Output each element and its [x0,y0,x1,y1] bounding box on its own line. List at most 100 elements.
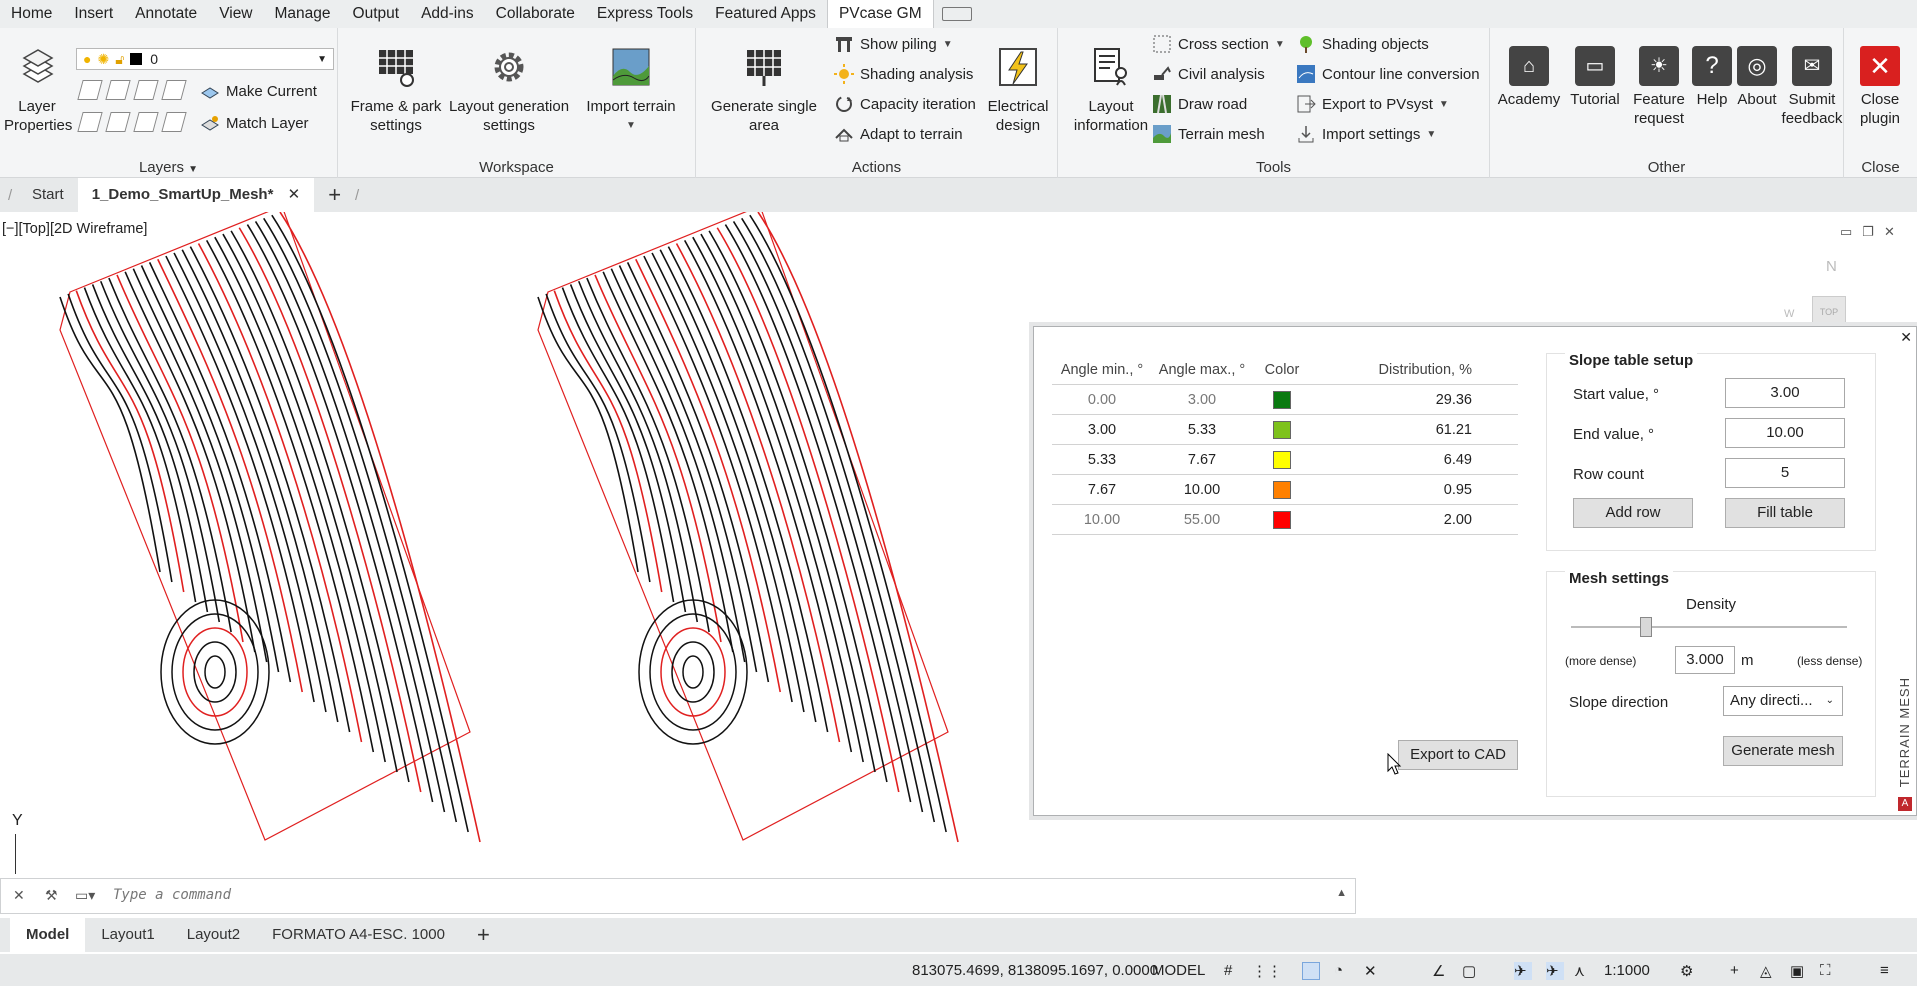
tutorial-button[interactable]: ▭ Tutorial [1564,46,1626,109]
close-command-icon[interactable]: ✕ [13,887,25,904]
add-row-button[interactable]: Add row [1573,498,1693,528]
angle-max-cell[interactable]: 3.00 [1152,392,1252,408]
cross-section-button[interactable]: Cross section ▼ [1152,33,1285,55]
coordinate-readout[interactable]: 813075.4699, 8138095.1697, 0.0000 [912,962,1158,979]
annotation-icon[interactable]: ✈ [1514,962,1532,980]
generate-single-area-button[interactable]: Generate single area [700,46,828,135]
close-panel-icon[interactable]: ✕ [1900,329,1912,346]
gear-icon[interactable]: ⚙ [1680,962,1698,980]
color-cell[interactable] [1252,390,1312,409]
tab-layout2[interactable]: Layout2 [171,918,256,952]
density-input[interactable]: 3.000 [1675,646,1735,674]
tab-start[interactable]: Start [18,178,78,212]
terrain-mesh-button[interactable]: Terrain mesh [1152,123,1265,145]
fill-table-button[interactable]: Fill table [1725,498,1845,528]
model-space-toggle[interactable]: MODEL [1152,962,1205,979]
snap-icon[interactable]: ⋮⋮ [1252,962,1282,980]
header-distribution[interactable]: Distribution, % [1312,362,1472,378]
adapt-to-terrain-button[interactable]: Adapt to terrain [834,123,963,145]
clean-screen-icon[interactable]: ⛶ [1820,962,1838,980]
menu-item-view[interactable]: View [208,0,263,28]
color-swatch[interactable] [1273,420,1291,439]
table-row[interactable]: 7.67 10.00 0.95 [1052,475,1518,505]
color-cell[interactable] [1252,420,1312,439]
menu-item-output[interactable]: Output [342,0,411,28]
layer-tool-icon[interactable] [161,80,187,100]
lineweight-icon[interactable]: ∠ [1432,962,1450,980]
shading-analysis-button[interactable]: Shading analysis [834,63,973,85]
header-angle-min[interactable]: Angle min., ° [1052,362,1152,378]
academy-button[interactable]: ⌂ Academy [1494,46,1564,109]
ortho-icon[interactable] [1302,962,1320,980]
command-history-icon[interactable]: ▭▾ [75,887,95,904]
draw-road-button[interactable]: Draw road [1152,93,1247,115]
menu-item-home[interactable]: Home [0,0,63,28]
layout-information-button[interactable]: Layout information [1062,46,1160,135]
menu-item-manage[interactable]: Manage [264,0,342,28]
about-button[interactable]: ◎ About [1734,46,1780,109]
menu-icon[interactable]: ≡ [1880,962,1898,980]
command-input[interactable]: Type a command [113,887,231,903]
color-swatch[interactable] [1273,510,1291,529]
color-swatch[interactable] [1273,390,1291,409]
angle-max-cell[interactable]: 7.67 [1152,452,1252,468]
restore-icon[interactable]: ❐ [1862,224,1874,240]
menu-item-featured-apps[interactable]: Featured Apps [704,0,827,28]
selection-icon[interactable]: ▢ [1462,962,1480,980]
angle-min-cell[interactable]: 5.33 [1052,452,1152,468]
color-cell[interactable] [1252,450,1312,469]
menu-item-pvcase-gm[interactable]: PVcase GM [826,0,934,28]
wrench-icon[interactable]: ⚒ [45,887,58,904]
frame-park-settings-button[interactable]: Frame & park settings [342,46,450,135]
shading-objects-button[interactable]: Shading objects [1296,33,1429,55]
row-count-input[interactable]: 5 [1725,458,1845,488]
angle-min-cell[interactable]: 3.00 [1052,422,1152,438]
density-slider[interactable] [1571,626,1847,628]
grid-icon[interactable]: # [1224,962,1242,980]
annotation-scale-icon[interactable]: ✈ [1546,962,1564,980]
color-swatch[interactable] [1273,480,1291,499]
menu-item-add-ins[interactable]: Add-ins [410,0,485,28]
import-settings-button[interactable]: Import settings ▼ [1296,123,1436,145]
plus-icon[interactable]: + [1730,962,1748,980]
feature-request-button[interactable]: ☀ Feature request [1626,46,1692,128]
annotation-scale[interactable]: 1:1000 [1604,962,1650,979]
tab-model[interactable]: Model [10,918,86,952]
angle-max-cell[interactable]: 10.00 [1152,482,1252,498]
tab-formato[interactable]: FORMATO A4-ESC. 1000 [256,918,461,952]
close-tab-icon[interactable]: ✕ [288,186,301,203]
show-piling-button[interactable]: Show piling ▼ [834,33,953,55]
menu-item-annotate[interactable]: Annotate [124,0,208,28]
menu-item-insert[interactable]: Insert [63,0,124,28]
contour-line-conversion-button[interactable]: Contour line conversion [1296,63,1480,85]
submit-feedback-button[interactable]: ✉ Submit feedback [1780,46,1844,128]
workspace-switch-icon[interactable] [941,7,972,21]
capacity-iteration-button[interactable]: Capacity iteration [834,93,976,115]
minimize-icon[interactable]: ▭ [1840,224,1852,240]
add-layout-button[interactable]: + [461,918,506,952]
layer-tool-icon[interactable] [105,112,131,132]
layer-tool-icon[interactable] [77,80,103,100]
table-row[interactable]: 3.00 5.33 61.21 [1052,415,1518,445]
layer-dropdown[interactable]: ● ✺ 🔓︎ 0 ▼ [76,48,334,70]
layer-tool-icon[interactable] [161,112,187,132]
isolate-icon[interactable]: ◬ [1760,962,1778,980]
workspace-icon[interactable]: ⋏ [1574,962,1592,980]
export-to-cad-button[interactable]: Export to CAD [1398,740,1518,770]
menu-item-collaborate[interactable]: Collaborate [485,0,586,28]
angle-max-cell[interactable]: 5.33 [1152,422,1252,438]
new-tab-button[interactable]: + [314,178,355,212]
angle-min-cell[interactable]: 0.00 [1052,392,1152,408]
osnap-icon[interactable]: ✕ [1364,962,1382,980]
layer-tool-icon[interactable] [77,112,103,132]
civil-analysis-button[interactable]: Civil analysis [1152,63,1265,85]
electrical-design-button[interactable]: Electrical design [982,46,1054,135]
density-slider-thumb[interactable] [1639,617,1652,637]
table-row[interactable]: 0.00 3.00 29.36 [1052,385,1518,415]
layer-properties-button[interactable]: Layer Properties [4,46,72,135]
menu-item-express-tools[interactable]: Express Tools [586,0,704,28]
color-cell[interactable] [1252,480,1312,499]
layer-tool-icon[interactable] [133,112,159,132]
tab-layout1[interactable]: Layout1 [85,918,170,952]
viewcube[interactable]: TOP [1812,296,1846,326]
